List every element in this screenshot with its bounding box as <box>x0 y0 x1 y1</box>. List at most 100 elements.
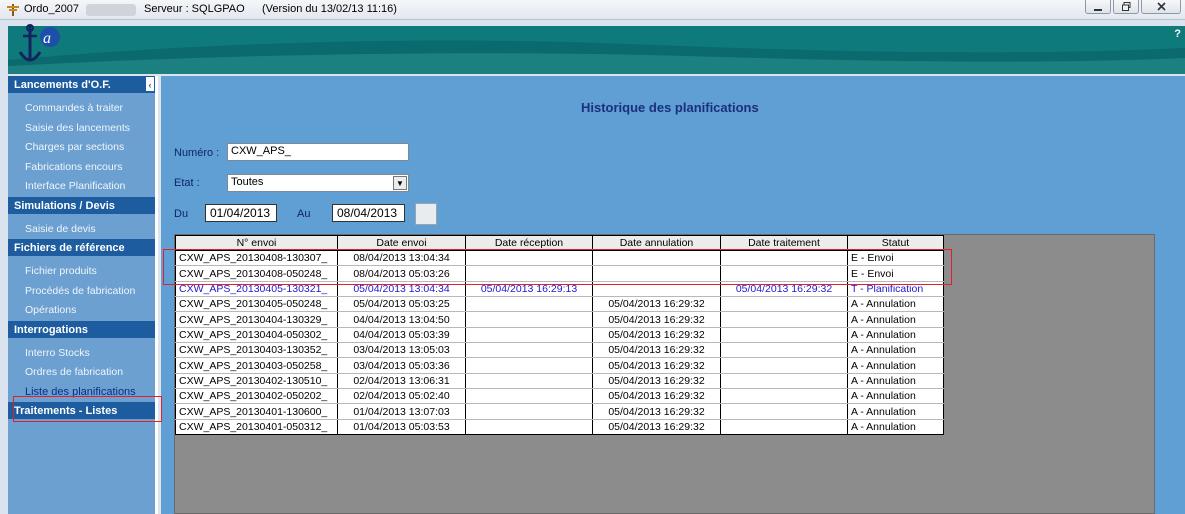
maximize-button[interactable] <box>1113 0 1139 14</box>
table-cell: 05/04/2013 16:29:32 <box>592 403 721 420</box>
server-label: Serveur : SQLGPAO <box>144 3 245 15</box>
table-cell: CXW_APS_20130402-050202_ <box>175 388 338 405</box>
table-cell <box>465 296 593 313</box>
table-cell: 01/04/2013 05:03:53 <box>337 419 466 436</box>
window-titlebar: Ordo_2007 Serveur : SQLGPAO (Version du … <box>0 0 1185 20</box>
date-from-input[interactable]: 01/04/2013 <box>205 204 277 222</box>
help-icon[interactable]: ? <box>1174 28 1181 40</box>
column-header[interactable]: Date annulation <box>592 235 721 251</box>
sidebar-item-procedes[interactable]: Procédés de fabrication <box>8 282 155 302</box>
table-cell: CXW_APS_20130404-050302_ <box>175 327 338 344</box>
table-cell <box>720 419 848 436</box>
table-row[interactable]: CXW_APS_20130404-050302_ 04/04/2013 05:03… <box>175 327 944 344</box>
etat-select[interactable]: Toutes ▼ <box>227 174 409 192</box>
table-cell <box>720 311 848 328</box>
sidebar-item-interface-planification[interactable]: Interface Planification <box>8 177 155 197</box>
sidebar-item-fabrications[interactable]: Fabrications encours <box>8 158 155 178</box>
sidebar-item-commandes[interactable]: Commandes à traiter <box>8 99 155 119</box>
table-cell: A - Annulation <box>847 357 944 374</box>
table-cell: CXW_APS_20130402-130510_ <box>175 373 338 390</box>
table-row[interactable]: CXW_APS_20130403-130352_ 03/04/2013 13:05… <box>175 342 944 359</box>
redacted-text <box>86 4 136 16</box>
table-cell: 02/04/2013 13:06:31 <box>337 373 466 390</box>
sidebar-section-simulations[interactable]: Simulations / Devis <box>8 196 155 214</box>
table-cell: 05/04/2013 16:29:32 <box>592 357 721 374</box>
table-cell <box>465 311 593 328</box>
table-row[interactable]: CXW_APS_20130408-050248_ 08/04/2013 05:03… <box>175 265 944 282</box>
table-cell: CXW_APS_20130401-050312_ <box>175 419 338 436</box>
table-cell: CXW_APS_20130408-130307_ <box>175 250 338 267</box>
sidebar-section-traitements[interactable]: Traitements - Listes <box>8 402 155 419</box>
table-cell: E - Envoi <box>847 265 944 282</box>
sidebar-item-charges[interactable]: Charges par sections <box>8 138 155 158</box>
table-cell: A - Annulation <box>847 342 944 359</box>
column-header[interactable]: Date envoi <box>337 235 466 251</box>
main-window: ? a Lancements d'O.F. ‹ Commandes à trai… <box>0 20 1185 514</box>
app-icon <box>7 4 19 16</box>
anchor-logo: a <box>18 24 60 62</box>
date-to-input[interactable]: 08/04/2013 <box>332 204 405 222</box>
column-header[interactable]: N° envoi <box>175 235 338 251</box>
table-cell <box>720 342 848 359</box>
table-cell <box>465 403 593 420</box>
numero-label: Numéro : <box>174 147 220 159</box>
sidebar-section-fichiers[interactable]: Fichiers de référence <box>8 239 155 256</box>
column-header[interactable]: Date traitement <box>720 235 848 251</box>
search-button[interactable] <box>415 203 437 225</box>
table-cell: 05/04/2013 16:29:13 <box>465 281 593 298</box>
table-cell: 05/04/2013 16:29:32 <box>592 327 721 344</box>
table-cell: A - Annulation <box>847 373 944 390</box>
sidebar-item-saisie-devis[interactable]: Saisie de devis <box>8 220 155 240</box>
sidebar-item-operations[interactable]: Opérations <box>8 301 155 321</box>
table-row[interactable]: CXW_APS_20130401-050312_ 01/04/2013 05:03… <box>175 419 944 436</box>
table-row[interactable]: CXW_APS_20130403-050258_ 03/04/2013 05:03… <box>175 357 944 374</box>
table-cell: 05/04/2013 16:29:32 <box>592 296 721 313</box>
table-row[interactable]: CXW_APS_20130402-130510_ 02/04/2013 13:06… <box>175 373 944 390</box>
header-banner: ? <box>8 26 1185 74</box>
table-cell: CXW_APS_20130405-050248_ <box>175 296 338 313</box>
sidebar-item-saisie-lancements[interactable]: Saisie des lancements <box>8 119 155 139</box>
table-cell: A - Annulation <box>847 403 944 420</box>
section-title: Lancements d'O.F. <box>14 79 111 91</box>
table-row[interactable]: CXW_APS_20130404-130329_ 04/04/2013 13:04… <box>175 311 944 328</box>
column-header[interactable]: Statut <box>847 235 944 251</box>
sidebar-section-lancements[interactable]: Lancements d'O.F. ‹ <box>8 76 155 93</box>
minimize-button[interactable] <box>1085 0 1111 14</box>
table-cell <box>592 250 721 267</box>
table-cell: A - Annulation <box>847 388 944 405</box>
table-row[interactable]: CXW_APS_20130405-130321_ 05/04/2013 13:04… <box>175 281 944 298</box>
table-cell: 05/04/2013 16:29:32 <box>592 388 721 405</box>
column-header[interactable]: Date réception <box>465 235 593 251</box>
table-row[interactable]: CXW_APS_20130402-050202_ 02/04/2013 05:02… <box>175 388 944 405</box>
table-cell: 04/04/2013 05:03:39 <box>337 327 466 344</box>
window-controls <box>1085 0 1181 14</box>
minimize-icon <box>1094 8 1102 11</box>
table-cell <box>465 357 593 374</box>
table-row[interactable]: CXW_APS_20130405-050248_ 05/04/2013 05:03… <box>175 296 944 313</box>
table-cell: A - Annulation <box>847 419 944 436</box>
sidebar-item-fichier-produits[interactable]: Fichier produits <box>8 262 155 282</box>
sidebar-item-ordres-fabrication[interactable]: Ordres de fabrication <box>8 363 155 383</box>
table-row[interactable]: CXW_APS_20130408-130307_ 08/04/2013 13:04… <box>175 250 944 267</box>
sidebar-item-liste-planifications[interactable]: Liste des planifications <box>8 383 155 403</box>
table-cell <box>720 296 848 313</box>
etat-value: Toutes <box>231 176 264 188</box>
table-cell <box>720 403 848 420</box>
collapse-sidebar-icon[interactable]: ‹ <box>145 76 155 92</box>
sidebar: Lancements d'O.F. ‹ Commandes à traiter … <box>8 76 158 514</box>
numero-input[interactable]: CXW_APS_ <box>227 143 409 161</box>
au-label: Au <box>297 208 311 220</box>
table-cell: 05/04/2013 16:29:32 <box>592 419 721 436</box>
chevron-down-icon[interactable]: ▼ <box>393 176 407 190</box>
table-cell: 05/04/2013 16:29:32 <box>592 311 721 328</box>
table-cell <box>465 265 593 282</box>
sidebar-item-interro-stocks[interactable]: Interro Stocks <box>8 344 155 364</box>
table-row[interactable]: CXW_APS_20130401-130600_ 01/04/2013 13:07… <box>175 403 944 420</box>
table-cell: T - Planification <box>847 281 944 298</box>
table-cell <box>465 388 593 405</box>
table-cell: A - Annulation <box>847 327 944 344</box>
close-button[interactable] <box>1141 0 1181 14</box>
table-cell <box>720 327 848 344</box>
table-cell: 05/04/2013 16:29:32 <box>592 373 721 390</box>
sidebar-section-interrogations[interactable]: Interrogations <box>8 320 155 338</box>
